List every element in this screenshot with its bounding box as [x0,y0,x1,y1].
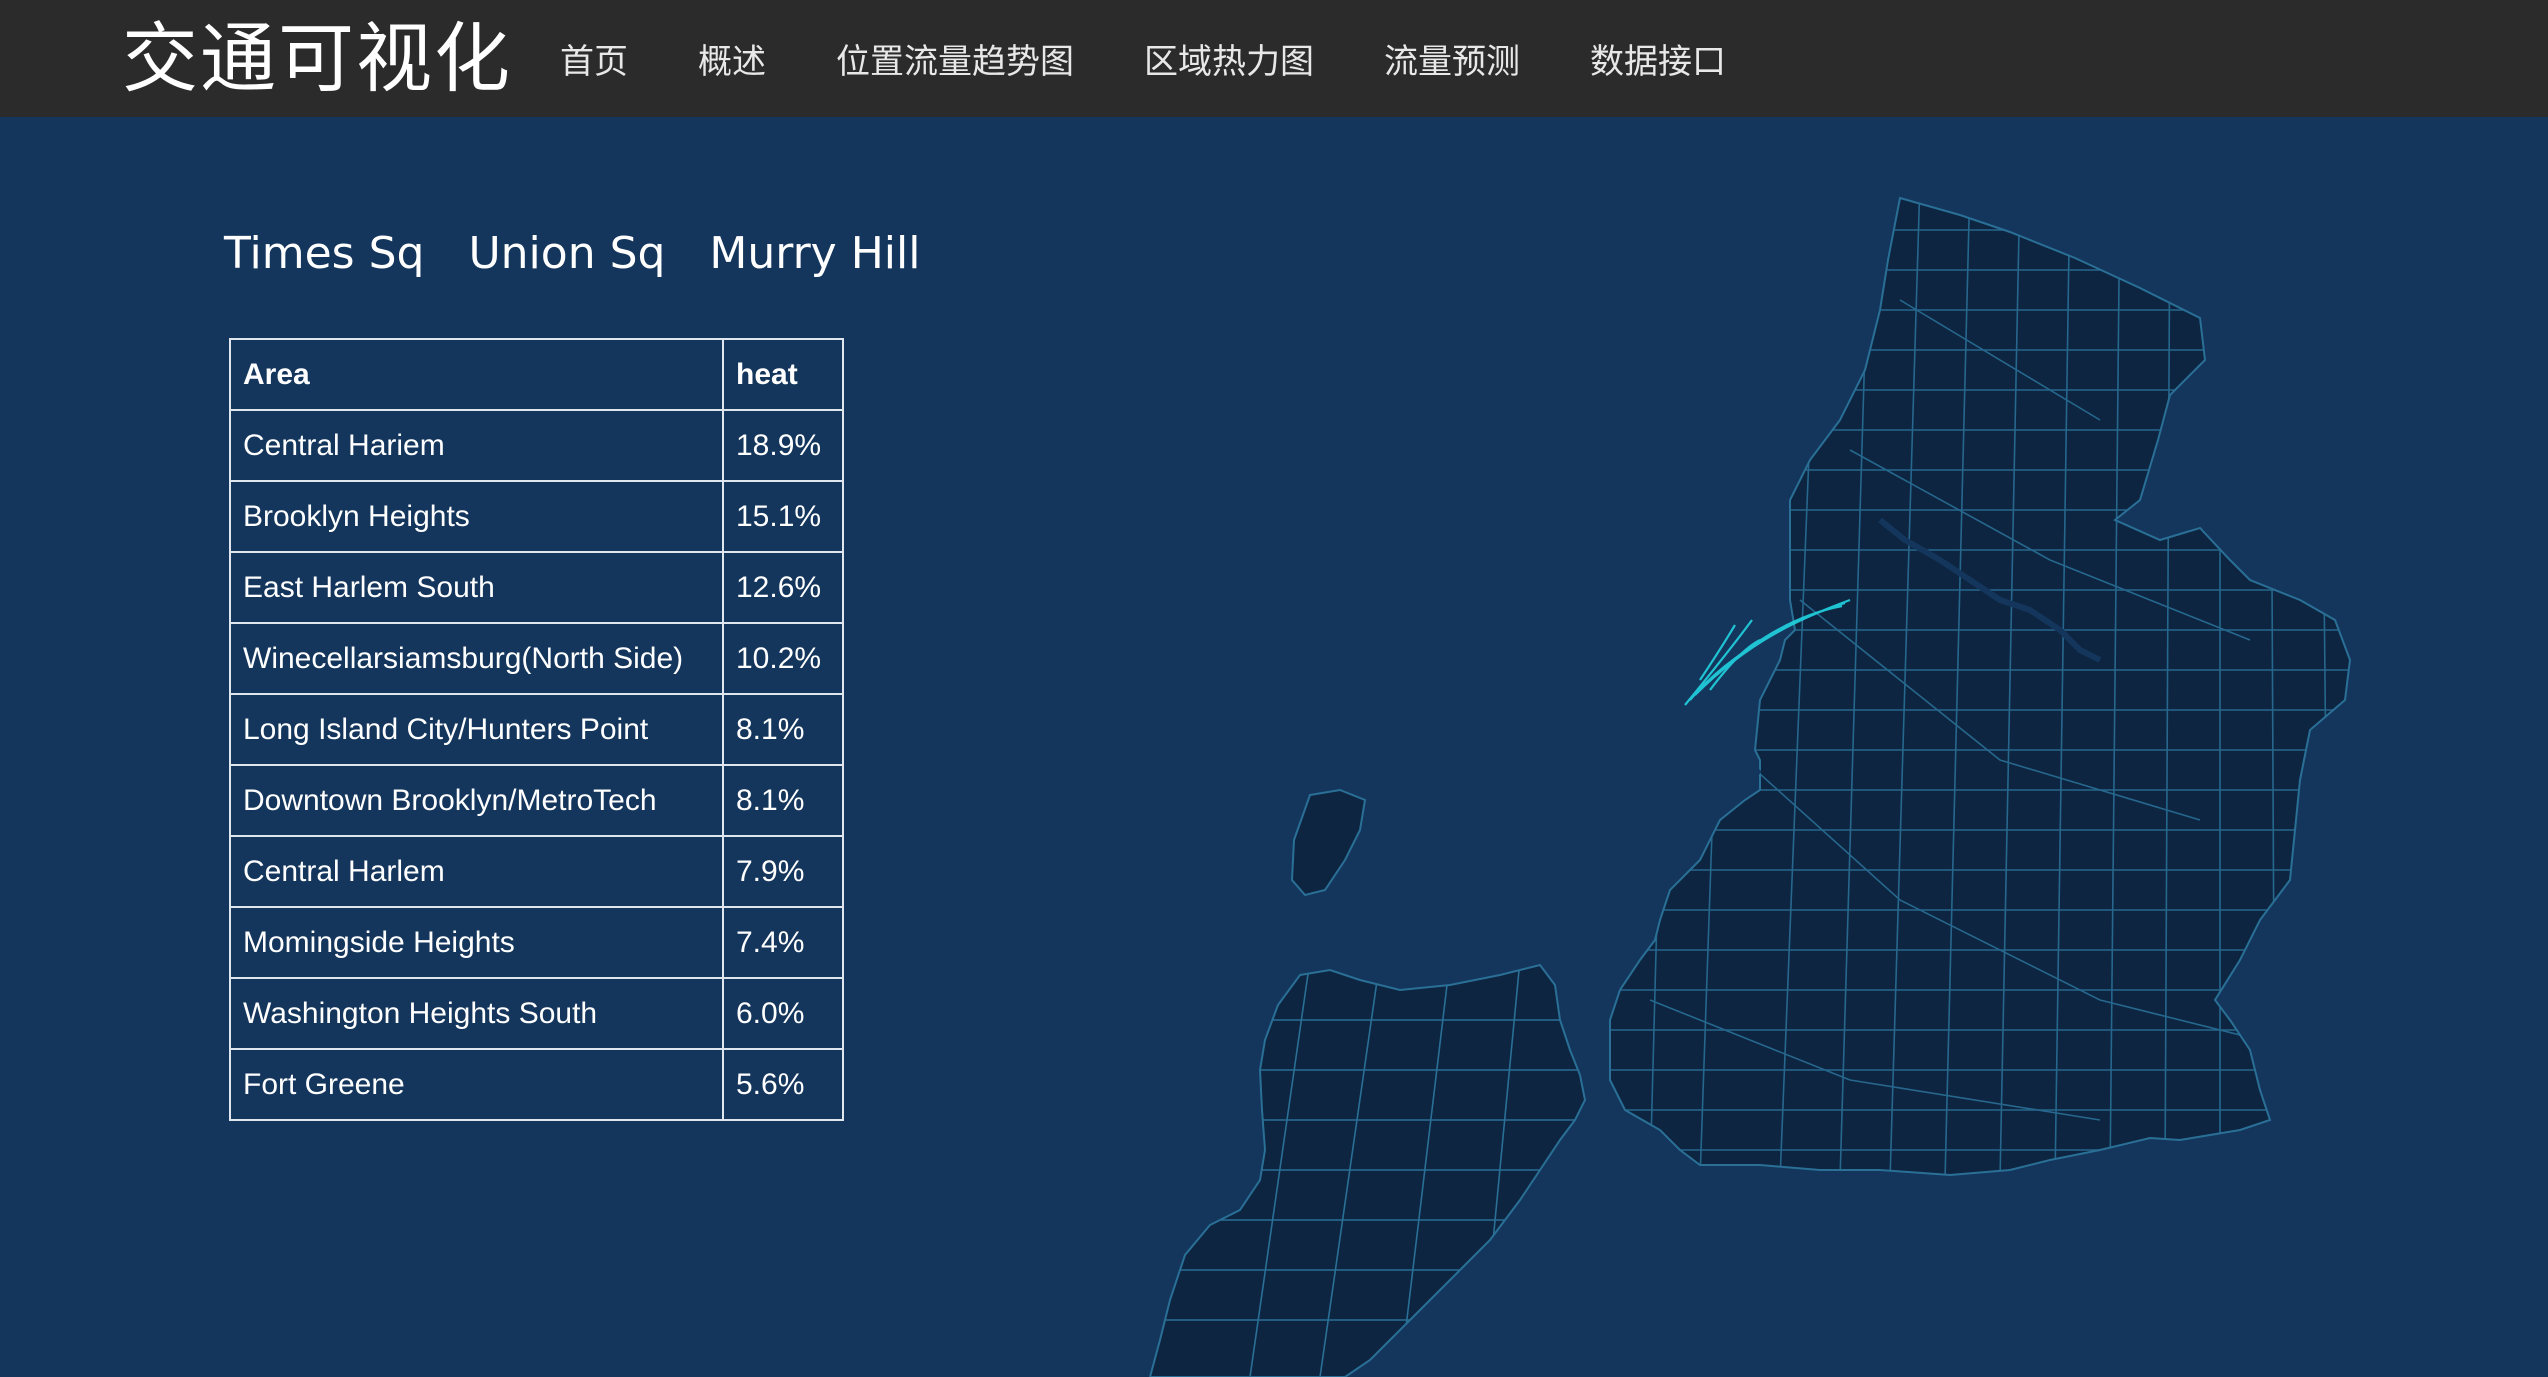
table-row: East Harlem South 12.6% [229,551,844,624]
table-header-row: Area heat [229,338,844,411]
area-cell: Central Hariem [229,409,724,482]
heat-cell: 15.1% [722,480,844,553]
area-heat-table: Area heat Central Hariem 18.9% Brooklyn H… [229,338,844,1121]
nav-item-data-api[interactable]: 数据接口 [1590,34,1726,83]
app-title[interactable]: 交通可视化 [122,14,512,104]
area-cell: Downtown Brooklyn/MetroTech [229,764,724,837]
nav-item-location-flow-trend[interactable]: 位置流量趋势图 [836,34,1074,83]
heat-cell: 7.9% [722,835,844,908]
heat-cell: 5.6% [722,1048,844,1121]
heat-cell: 18.9% [722,409,844,482]
shooters-island-region [1290,788,1367,897]
table-row: Fort Greene 5.6% [229,1048,844,1121]
area-cell: Central Harlem [229,835,724,908]
heat-cell: 8.1% [722,764,844,837]
heat-cell: 10.2% [722,622,844,695]
area-cell: Brooklyn Heights [229,480,724,553]
table-row: Momingside Heights 7.4% [229,906,844,979]
table-row: Washington Heights South 6.0% [229,977,844,1050]
heat-cell: 6.0% [722,977,844,1050]
top-navbar: 交通可视化 首页 概述 位置流量趋势图 区域热力图 流量预测 数据接口 [0,0,2548,117]
area-cell: Winecellarsiamsburg(North Side) [229,622,724,695]
table-row: Central Hariem 18.9% [229,409,844,482]
area-cell: Washington Heights South [229,977,724,1050]
tab-union-sq[interactable]: Union Sq [468,228,665,279]
staten-island-region [1148,963,1587,1377]
area-cell: Fort Greene [229,1048,724,1121]
nyc-zone-map[interactable] [1140,180,2380,1377]
nav-item-flow-forecast[interactable]: 流量预测 [1384,34,1520,83]
table-row: Long Island City/Hunters Point 8.1% [229,693,844,766]
tab-times-sq[interactable]: Times Sq [224,228,424,279]
area-cell: Momingside Heights [229,906,724,979]
column-header-heat: heat [722,338,844,411]
area-cell: East Harlem South [229,551,724,624]
table-row: Downtown Brooklyn/MetroTech 8.1% [229,764,844,837]
main-nav: 首页 概述 位置流量趋势图 区域热力图 流量预测 数据接口 [560,0,1796,117]
column-header-area: Area [229,338,724,411]
table-row: Brooklyn Heights 15.1% [229,480,844,553]
table-row: Central Harlem 7.9% [229,835,844,908]
nav-item-area-heatmap[interactable]: 区域热力图 [1144,34,1314,83]
nav-item-overview[interactable]: 概述 [698,34,766,83]
queens-brooklyn-bronx-manhattan-region [1609,196,2352,1177]
location-tabs: Times Sq Union Sq Murry Hill [224,228,920,279]
table-row: Winecellarsiamsburg(North Side) 10.2% [229,622,844,695]
nav-item-home[interactable]: 首页 [560,34,628,83]
tab-murry-hill[interactable]: Murry Hill [709,228,920,279]
heat-cell: 12.6% [722,551,844,624]
area-cell: Long Island City/Hunters Point [229,693,724,766]
heat-cell: 8.1% [722,693,844,766]
heat-cell: 7.4% [722,906,844,979]
